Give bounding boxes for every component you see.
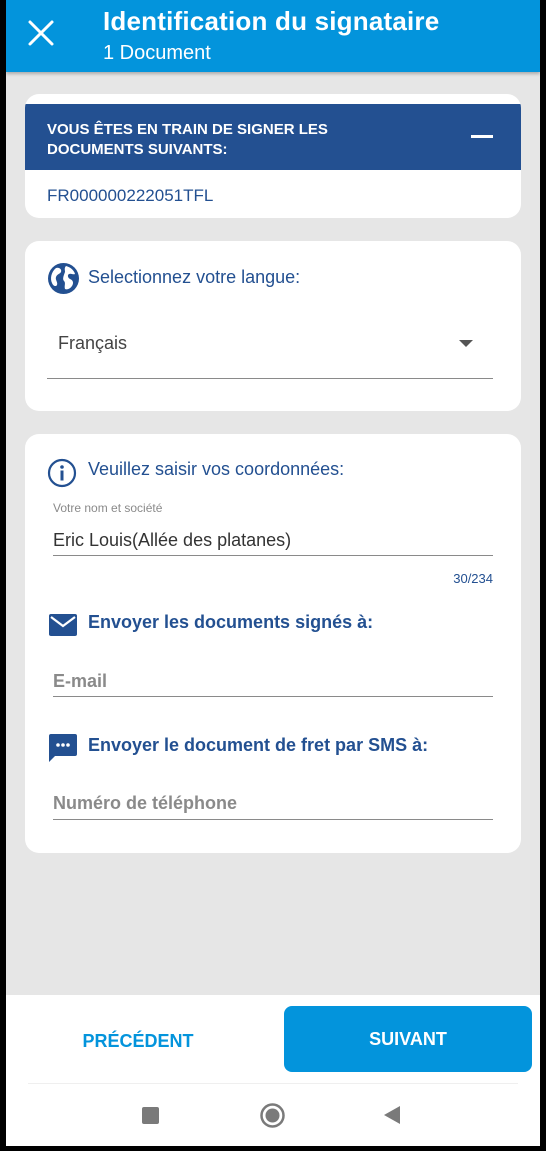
phone-input[interactable] <box>53 788 493 820</box>
caret-down-icon <box>459 340 473 347</box>
documents-card: VOUS ÊTES EN TRAIN DE SIGNER LES DOCUMEN… <box>25 94 521 218</box>
bottom-bar: PRÉCÉDENT SUIVANT <box>6 995 540 1146</box>
info-icon <box>47 458 77 488</box>
square-icon[interactable] <box>142 1107 159 1124</box>
language-label: Selectionnez votre langue: <box>88 267 301 287</box>
chat-bubble-icon <box>49 734 77 762</box>
email-section-label: Envoyer les documents signés à: <box>88 612 374 632</box>
circle-icon[interactable] <box>260 1103 285 1128</box>
page-title: Identification du signataire <box>103 6 440 36</box>
documents-card-header[interactable]: VOUS ÊTES EN TRAIN DE SIGNER LES DOCUMEN… <box>25 104 521 170</box>
envelope-icon <box>49 614 77 636</box>
triangle-back-icon[interactable] <box>384 1106 400 1124</box>
language-select[interactable]: Français <box>47 323 493 379</box>
app-screen: Identification du signataire 1 Document … <box>6 0 540 1146</box>
next-button[interactable]: SUIVANT <box>284 1006 532 1072</box>
language-card: Selectionnez votre langue: Français <box>25 241 521 411</box>
name-field-label: Votre nom et société <box>53 501 163 515</box>
app-bar: Identification du signataire 1 Document <box>6 0 540 72</box>
previous-button[interactable]: PRÉCÉDENT <box>28 1009 248 1073</box>
sms-section-label: Envoyer le document de fret par SMS à: <box>88 735 429 755</box>
contact-label: Veuillez saisir vos coordonnées: <box>88 459 345 479</box>
globe-icon <box>48 263 79 294</box>
email-input[interactable] <box>53 666 493 697</box>
close-icon[interactable] <box>26 18 56 48</box>
language-selected-value: Français <box>58 333 128 353</box>
divider <box>28 1083 518 1084</box>
name-input[interactable] <box>53 526 493 556</box>
character-counter: 30/234 <box>453 571 493 586</box>
documents-heading-line1: VOUS ÊTES EN TRAIN DE SIGNER LES <box>47 121 328 138</box>
page-subtitle: 1 Document <box>103 42 211 64</box>
minus-icon[interactable] <box>471 135 493 138</box>
document-reference: FR000000222051TFL <box>47 186 214 205</box>
contact-card: Veuillez saisir vos coordonnées: Votre n… <box>25 434 521 853</box>
documents-heading-line2: DOCUMENTS SUIVANTS: <box>47 141 228 158</box>
documents-card-heading: VOUS ÊTES EN TRAIN DE SIGNER LES DOCUMEN… <box>47 120 328 160</box>
